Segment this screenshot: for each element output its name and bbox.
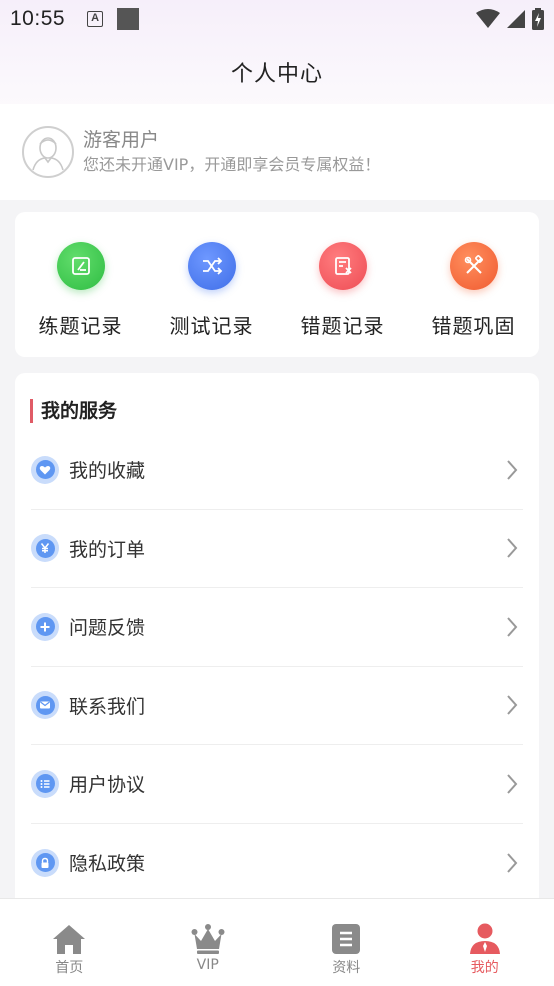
crown-icon [191,919,225,955]
home-icon [52,919,86,955]
profile-section[interactable]: 游客用户 您还未开通VIP，开通即享会员专属权益！ [0,104,554,200]
notification-square-icon [117,8,140,30]
plus-icon [31,612,59,641]
service-label: 问题反馈 [69,617,146,640]
chevron-right-icon [507,695,518,715]
heart-icon [31,455,59,484]
edit-square-icon [56,242,105,290]
shuffle-icon [187,242,236,290]
status-bar: 10:55 A [0,0,554,38]
chevron-right-icon [507,538,518,558]
profile-name: 游客用户 [83,129,160,151]
battery-icon [532,8,544,30]
tools-icon [449,242,498,290]
list-icon [31,769,59,798]
service-item-privacy[interactable]: 隐私政策 [31,824,523,903]
chevron-right-icon [507,617,518,637]
service-label: 我的收藏 [69,460,146,483]
chevron-right-icon [507,460,518,480]
service-label: 用户协议 [69,774,146,797]
record-label: 练题记录 [38,314,123,338]
status-time: 10:55 [10,7,66,30]
avatar-person-icon [32,137,64,171]
tab-vip[interactable]: VIP [139,899,278,986]
avatar[interactable] [22,126,74,178]
service-item-feedback[interactable]: 问题反馈 [31,588,523,667]
document-icon [331,919,361,955]
yuan-icon [31,534,59,563]
chevron-right-icon [507,853,518,873]
service-item-contact[interactable]: 联系我们 [31,667,523,745]
service-item-agreement[interactable]: 用户协议 [31,745,523,824]
chevron-right-icon [507,774,518,794]
bottom-tab-bar: 首页 VIP 资料 我的 [0,898,554,986]
status-right-group [476,8,544,30]
service-label: 隐私政策 [69,853,146,876]
records-card: 练题记录 测试记录 错题记录 错题巩固 [15,212,539,357]
record-practice[interactable]: 练题记录 [15,212,146,357]
record-label: 测试记录 [169,314,254,338]
record-label: 错题巩固 [431,314,516,338]
service-label: 联系我们 [69,695,146,718]
record-consolidate[interactable]: 错题巩固 [408,212,539,357]
record-test[interactable]: 测试记录 [146,212,277,357]
tab-label: 首页 [55,960,84,976]
page-title: 个人中心 [230,62,323,87]
signal-icon [507,10,525,28]
tab-label: 资料 [332,960,361,976]
tab-mine[interactable]: 我的 [416,899,554,986]
mail-icon [31,691,59,720]
service-item-orders[interactable]: 我的订单 [31,510,523,588]
user-icon [468,919,502,955]
services-title: 我的服务 [30,399,117,423]
profile-text: 游客用户 您还未开通VIP，开通即享会员专属权益！ [83,127,380,177]
service-label: 我的订单 [69,538,146,561]
record-wrong[interactable]: 错题记录 [277,212,408,357]
services-card: 我的服务 我的收藏 我的订单 问题反馈 联系我们 用户协议 隐私政策 [15,373,539,913]
tab-label: VIP [196,957,219,973]
wrong-record-icon [318,242,367,290]
lock-icon [31,848,59,877]
service-item-favorites[interactable]: 我的收藏 [31,431,523,510]
record-label: 错题记录 [300,314,385,338]
tab-materials[interactable]: 资料 [277,899,416,986]
service-list: 我的收藏 我的订单 问题反馈 联系我们 用户协议 隐私政策 [31,431,523,902]
tab-label: 我的 [470,960,499,976]
notification-a-icon: A [87,11,104,27]
profile-vip-hint: 您还未开通VIP，开通即享会员专属权益！ [83,155,381,174]
wifi-icon [476,9,500,28]
tab-home[interactable]: 首页 [0,899,139,986]
